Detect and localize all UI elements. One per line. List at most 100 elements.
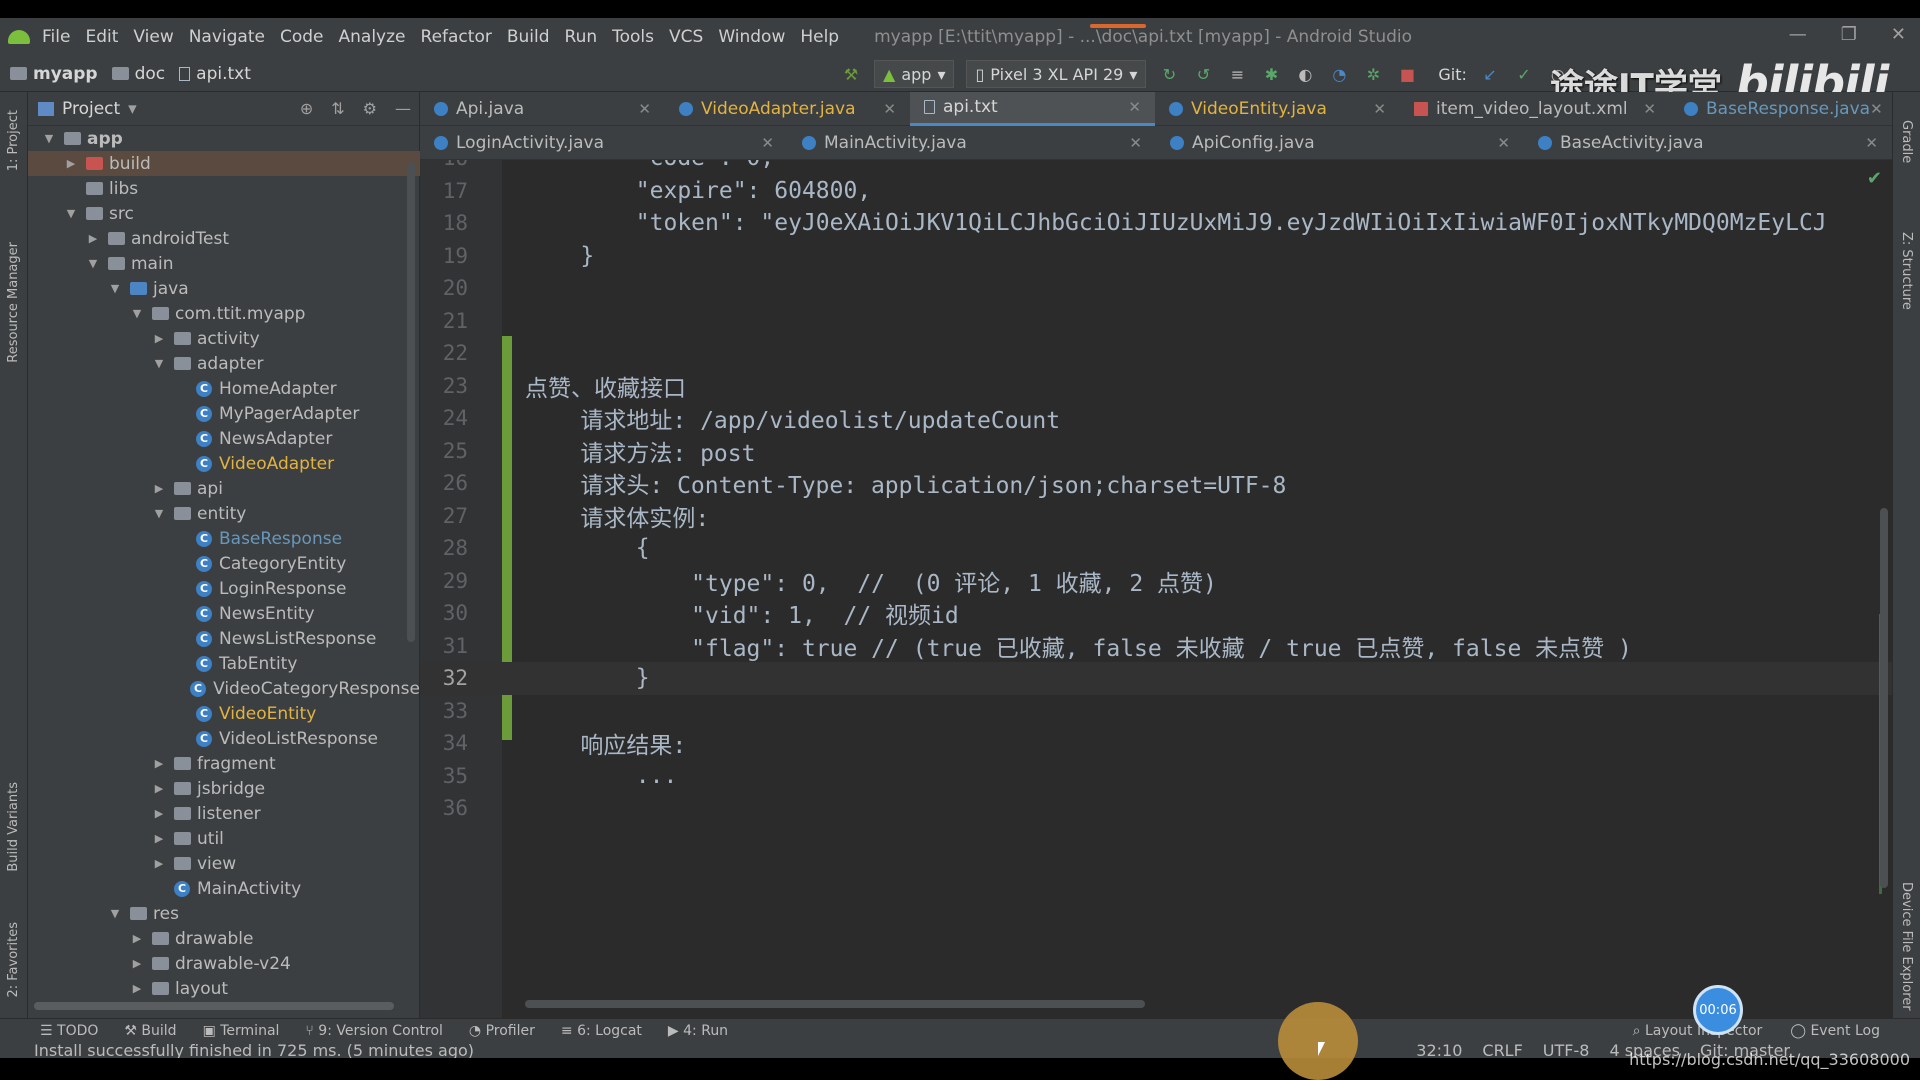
line-separator[interactable]: CRLF: [1482, 1041, 1522, 1059]
editor-vertical-scrollbar[interactable]: [1880, 508, 1888, 888]
project-tool-button[interactable]: 1: Project: [6, 110, 21, 171]
code-line[interactable]: 18 "token": "eyJ0eXAiOiJKV1QiLCJhbGciOiJ…: [420, 207, 1892, 240]
device-file-explorer-tool-button[interactable]: Device File Explorer: [1899, 882, 1914, 1011]
tree-node-src[interactable]: ▼ src: [28, 201, 420, 226]
code-line[interactable]: 32 }: [420, 662, 1892, 695]
expanded-arrow-icon[interactable]: ▼: [108, 907, 122, 920]
code-line[interactable]: 31 "flag": true // (true 已收藏, false 未收藏 …: [420, 630, 1892, 663]
tree-node-build[interactable]: ▶ build: [28, 151, 420, 176]
expanded-arrow-icon[interactable]: ▼: [152, 357, 166, 370]
tree-node-mypageradapter[interactable]: C MyPagerAdapter: [28, 401, 420, 426]
breadcrumb-file[interactable]: api.txt: [179, 64, 251, 84]
close-icon[interactable]: ✕: [1865, 134, 1878, 152]
gradle-tool-button[interactable]: Gradle: [1899, 120, 1914, 163]
tab-apiconfig-java[interactable]: ApiConfig.java ✕: [1156, 126, 1524, 160]
code-line[interactable]: 30 "vid": 1, // 视频id: [420, 597, 1892, 630]
tab-baseresponse-java[interactable]: BaseResponse.java ✕: [1670, 92, 1890, 126]
collapse-all-icon[interactable]: ⇅: [331, 99, 344, 118]
tree-node-res[interactable]: ▼ res: [28, 901, 420, 926]
caret-position[interactable]: 32:10: [1416, 1041, 1462, 1059]
code-line[interactable]: 22: [420, 337, 1892, 370]
tree-node-loginresponse[interactable]: C LoginResponse: [28, 576, 420, 601]
tree-node-videocategoryresponse[interactable]: C VideoCategoryResponse: [28, 676, 420, 701]
debug-icon[interactable]: ✱: [1260, 64, 1282, 84]
close-icon[interactable]: ✕: [1891, 24, 1906, 45]
tree-node-layout[interactable]: ▶ layout: [28, 976, 420, 1001]
tab-mainactivity-java[interactable]: MainActivity.java ✕: [788, 126, 1156, 160]
tab-api-java[interactable]: Api.java ✕: [420, 92, 665, 126]
tab-videoentity-java[interactable]: VideoEntity.java ✕: [1155, 92, 1400, 126]
collapsed-arrow-icon[interactable]: ▶: [152, 832, 166, 845]
expanded-arrow-icon[interactable]: ▼: [108, 282, 122, 295]
code-line[interactable]: 26 请求头: Content-Type: application/json;c…: [420, 467, 1892, 500]
restore-icon[interactable]: ❐: [1841, 24, 1857, 45]
menu-run[interactable]: Run: [565, 27, 598, 47]
code-line[interactable]: 27 请求体实例:: [420, 500, 1892, 533]
tab-item-video-layout-xml[interactable]: item_video_layout.xml ✕: [1400, 92, 1670, 126]
tree-node-util[interactable]: ▶ util: [28, 826, 420, 851]
close-icon[interactable]: ✕: [638, 100, 651, 118]
menu-tools[interactable]: Tools: [612, 27, 654, 47]
run-coverage-icon[interactable]: ◐: [1294, 64, 1316, 84]
close-icon[interactable]: ✕: [883, 100, 896, 118]
build-variants-tool-button[interactable]: Build Variants: [6, 782, 21, 872]
menu-navigate[interactable]: Navigate: [189, 27, 265, 47]
todo-tool-button[interactable]: ☰ TODO: [40, 1023, 98, 1039]
profiler-tool-button[interactable]: ◔ Profiler: [469, 1023, 535, 1039]
tree-node-com-ttit-myapp[interactable]: ▼ com.ttit.myapp: [28, 301, 420, 326]
run-config-select[interactable]: ▲ app ▾: [874, 60, 955, 88]
menu-refactor[interactable]: Refactor: [421, 27, 492, 47]
tree-node-newslistresponse[interactable]: C NewsListResponse: [28, 626, 420, 651]
collapsed-arrow-icon[interactable]: ▶: [86, 232, 100, 245]
tree-node-newsentity[interactable]: C NewsEntity: [28, 601, 420, 626]
project-vertical-scrollbar[interactable]: [407, 162, 415, 642]
menu-analyze[interactable]: Analyze: [339, 27, 406, 47]
device-select[interactable]: ▯ Pixel 3 XL API 29 ▾: [966, 60, 1147, 88]
tree-node-libs[interactable]: libs: [28, 176, 420, 201]
tree-node-view[interactable]: ▶ view: [28, 851, 420, 876]
version-control-tool-button[interactable]: ⑂ 9: Version Control: [305, 1023, 442, 1039]
expanded-arrow-icon[interactable]: ▼: [130, 307, 144, 320]
tree-node-drawable[interactable]: ▶ drawable: [28, 926, 420, 951]
git-commit-icon[interactable]: ✓: [1513, 64, 1535, 84]
collapsed-arrow-icon[interactable]: ▶: [130, 982, 144, 995]
locate-icon[interactable]: ⊕: [300, 99, 313, 118]
close-icon[interactable]: ✕: [1128, 98, 1141, 116]
logcat-tool-button[interactable]: ≡ 6: Logcat: [561, 1023, 642, 1039]
code-line[interactable]: 29 "type": 0, // (0 评论, 1 收藏, 2 点赞): [420, 565, 1892, 598]
tree-node-mainactivity[interactable]: C MainActivity: [28, 876, 420, 901]
code-line[interactable]: 28 {: [420, 532, 1892, 565]
structure-tool-button[interactable]: Z: Structure: [1899, 232, 1914, 310]
code-line[interactable]: 17 "expire": 604800,: [420, 175, 1892, 208]
tree-node-main[interactable]: ▼ main: [28, 251, 420, 276]
apply-changes-icon[interactable]: ↻: [1158, 64, 1180, 84]
terminal-tool-button[interactable]: ▣ Terminal: [203, 1023, 280, 1039]
gear-icon[interactable]: ⚙: [363, 99, 377, 118]
tab-videoadapter-java[interactable]: VideoAdapter.java ✕: [665, 92, 910, 126]
menu-file[interactable]: File: [42, 27, 70, 47]
tree-node-videoentity[interactable]: C VideoEntity: [28, 701, 420, 726]
code-editor[interactable]: 16 "code": 0,17 "expire": 604800,18 "tok…: [420, 160, 1892, 1018]
expanded-arrow-icon[interactable]: ▼: [64, 207, 78, 220]
tree-node-videoadapter[interactable]: C VideoAdapter: [28, 451, 420, 476]
collapsed-arrow-icon[interactable]: ▶: [152, 782, 166, 795]
hide-icon[interactable]: —: [395, 99, 411, 118]
tree-node-app[interactable]: ▼ app: [28, 126, 420, 151]
status-message[interactable]: Install successfully finished in 725 ms.…: [34, 1041, 474, 1059]
tree-node-androidtest[interactable]: ▶ androidTest: [28, 226, 420, 251]
tree-node-java[interactable]: ▼ java: [28, 276, 420, 301]
code-line[interactable]: 16 "code": 0,: [420, 160, 1892, 175]
expanded-arrow-icon[interactable]: ▼: [42, 132, 56, 145]
favorites-tool-button[interactable]: 2: Favorites: [6, 922, 21, 998]
collapsed-arrow-icon[interactable]: ▶: [64, 157, 78, 170]
menu-vcs[interactable]: VCS: [669, 27, 703, 47]
collapsed-arrow-icon[interactable]: ▶: [152, 807, 166, 820]
collapsed-arrow-icon[interactable]: ▶: [152, 482, 166, 495]
code-line[interactable]: 20: [420, 272, 1892, 305]
menu-edit[interactable]: Edit: [85, 27, 118, 47]
tree-node-jsbridge[interactable]: ▶ jsbridge: [28, 776, 420, 801]
tree-node-categoryentity[interactable]: C CategoryEntity: [28, 551, 420, 576]
tree-node-homeadapter[interactable]: C HomeAdapter: [28, 376, 420, 401]
collapsed-arrow-icon[interactable]: ▶: [152, 757, 166, 770]
menu-window[interactable]: Window: [718, 27, 785, 47]
